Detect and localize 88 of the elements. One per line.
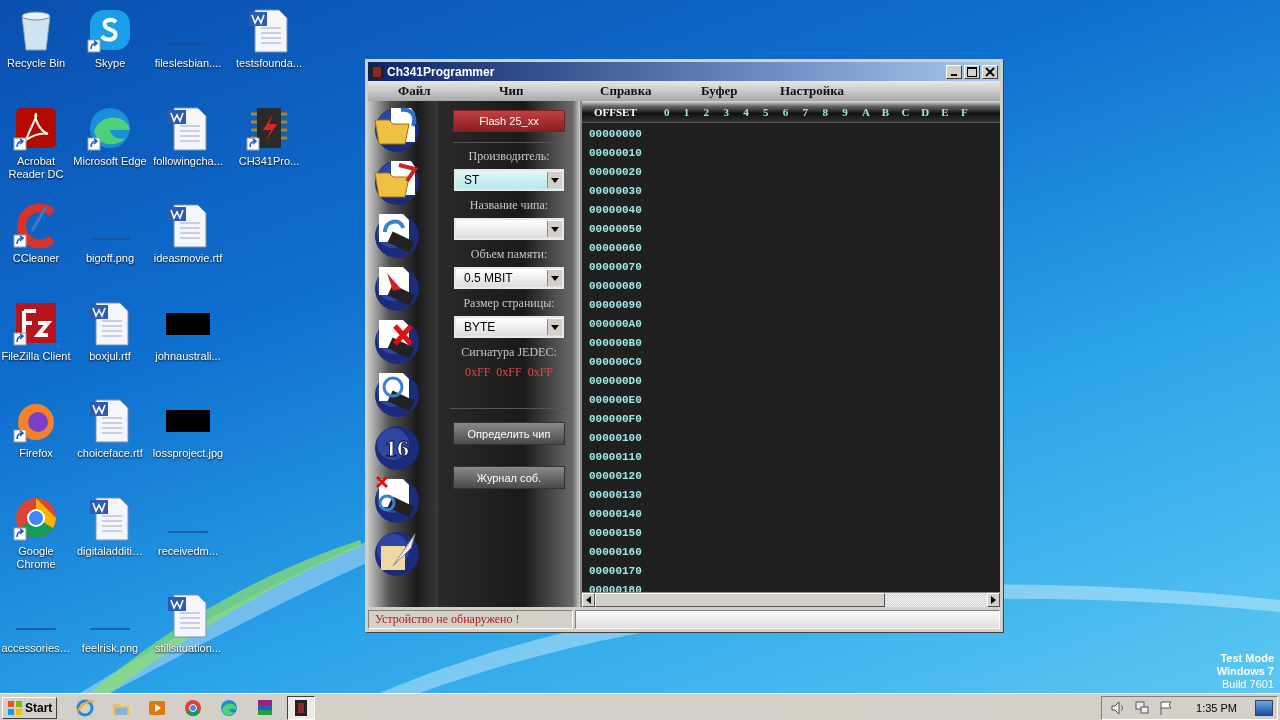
column-header: E — [941, 105, 950, 118]
column-header: F — [960, 105, 969, 118]
signature-value: 0xFF — [464, 365, 491, 380]
column-header: 6 — [782, 105, 790, 118]
field-label: Название чипа: — [469, 198, 549, 213]
offset-cell-text: 000000B0 — [589, 336, 643, 351]
column-header: 9 — [842, 105, 849, 118]
offset-cell-text: 000000E0 — [589, 393, 643, 408]
signature-value: 0xFF — [527, 365, 554, 380]
menu-item[interactable]: Файл — [398, 83, 499, 99]
taskbar-app[interactable] — [287, 695, 316, 720]
field-label: Производитель: — [468, 149, 550, 164]
offset-cell-text: 00000070 — [589, 260, 643, 275]
clock[interactable]: 1:35 PM — [1196, 701, 1237, 714]
horizontal-scrollbar[interactable] — [582, 592, 1000, 607]
action-button[interactable]: Определить чип — [453, 422, 565, 445]
windows-logo-icon — [7, 699, 23, 716]
signature-value: 0xFF — [496, 365, 522, 380]
caret-icon — [551, 324, 559, 330]
column-header: 1 — [683, 105, 691, 118]
column-header: 5 — [763, 105, 770, 118]
watermark-text: Build 7601 — [1222, 678, 1274, 691]
offset-cell-text: 00000050 — [589, 222, 643, 237]
minimize-button[interactable] — [946, 64, 962, 79]
offset-cell-text: 000000D0 — [589, 374, 643, 389]
menu-item[interactable]: Чип — [499, 83, 600, 99]
dropdown[interactable]: BYTE — [454, 316, 564, 338]
field-label: Сигнатура JEDEC: — [461, 345, 557, 360]
chip-family-button[interactable]: Flash 25_xx — [453, 110, 565, 132]
right-arrow-icon — [991, 596, 996, 604]
offset-cell-text: 00000010 — [589, 146, 643, 161]
caret-icon — [551, 177, 559, 183]
window-title: Ch341Programmer — [387, 64, 496, 79]
field-label: Объем памяти: — [470, 247, 548, 262]
watermark-text: Test Mode — [1220, 652, 1274, 665]
flag-icon[interactable] — [1158, 699, 1175, 716]
column-header: 2 — [703, 105, 711, 118]
column-header: OFFSET — [594, 105, 638, 118]
left-arrow-icon — [586, 596, 591, 604]
column-header: 7 — [802, 105, 810, 118]
column-header: 0 — [664, 105, 671, 118]
offset-cell-text: 000000A0 — [589, 317, 643, 332]
column-header: 4 — [743, 105, 750, 118]
dropdown[interactable]: 0.5 MBIT — [454, 267, 564, 289]
offset-cell-text: 00000030 — [589, 184, 643, 199]
offset-cell-text: 00000060 — [589, 241, 643, 256]
field-label: Размер страницы: — [463, 296, 555, 311]
offset-cell-text: 00000130 — [589, 488, 643, 503]
close-icon — [985, 66, 995, 77]
browser-icon — [219, 697, 240, 718]
offset-cell-text: 000000C0 — [589, 355, 643, 370]
offset-cell-text: 00000150 — [589, 526, 643, 541]
caret-icon — [551, 275, 559, 281]
column-header: 3 — [723, 105, 730, 118]
start-button[interactable]: Start — [2, 696, 58, 719]
chip-icon — [370, 64, 384, 79]
offset-cell-text: 00000160 — [589, 545, 643, 560]
menu-item[interactable]: Справка — [600, 83, 701, 99]
offset-cell-text: 000000F0 — [589, 412, 643, 427]
show-desktop-button[interactable] — [1255, 699, 1273, 716]
offset-cell-text: 00000140 — [589, 507, 643, 522]
dropdown[interactable]: ST — [454, 169, 564, 191]
offset-cell-text: 00000000 — [589, 127, 643, 142]
offset-cell-text: 00000100 — [589, 431, 643, 446]
column-header: D — [921, 105, 931, 118]
column-header: 8 — [822, 105, 829, 118]
watermark-text: Windows 7 — [1216, 665, 1274, 678]
offset-cell-text: 00000120 — [589, 469, 643, 484]
maximize-icon — [967, 66, 977, 77]
offset-cell-text: 00000110 — [589, 450, 643, 465]
column-header: A — [861, 105, 871, 118]
minimize-icon — [951, 73, 957, 76]
column-header: B — [881, 105, 891, 118]
offset-cell-text: 00000020 — [589, 165, 643, 180]
maximize-button[interactable] — [964, 64, 980, 79]
offset-cell-text: 00000080 — [589, 279, 643, 294]
column-header: C — [901, 105, 911, 118]
browser-icon — [75, 697, 96, 718]
caret-icon — [551, 226, 559, 232]
offset-cell-text: 00000170 — [589, 564, 643, 579]
action-button[interactable]: Журнал соб. — [453, 466, 565, 489]
status-text: Устройство не обнаружено ! — [368, 610, 573, 629]
offset-cell-text: 00000040 — [589, 203, 643, 218]
offset-cell-text: 00000090 — [589, 298, 643, 313]
network-icon[interactable] — [1134, 699, 1151, 716]
menu-item[interactable]: Настройка — [780, 83, 859, 99]
menu-item[interactable]: Буфер — [701, 83, 780, 99]
close-button[interactable] — [982, 64, 998, 79]
